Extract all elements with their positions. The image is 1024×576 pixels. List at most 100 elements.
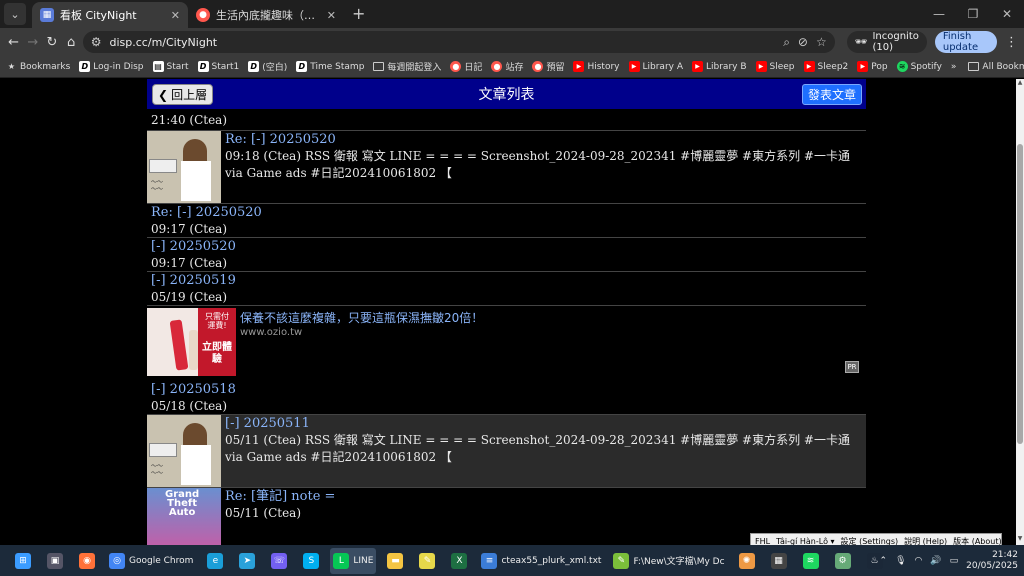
kebab-menu-icon[interactable]: ⋮ xyxy=(1005,35,1018,50)
microphone-icon[interactable]: 🎙 xyxy=(895,556,906,566)
spotify-icon: ≋ xyxy=(802,552,819,569)
minimize-icon[interactable]: — xyxy=(922,0,956,28)
scroll-up-icon[interactable]: ▲ xyxy=(1016,79,1024,89)
close-window-icon[interactable]: ✕ xyxy=(990,0,1024,28)
speaker-icon[interactable]: 🔊 xyxy=(930,556,941,566)
bookmark-item[interactable]: ▶ Sleep xyxy=(755,61,795,72)
close-icon[interactable]: ✕ xyxy=(171,9,180,22)
star-icon[interactable]: ☆ xyxy=(816,35,827,49)
article-title[interactable]: Re: [-] 20250520 xyxy=(151,204,862,221)
bookmark-item[interactable]: ● 站存 xyxy=(491,60,523,73)
article-title[interactable]: [-] 20250519 xyxy=(151,272,862,289)
taskbar-app[interactable]: ✺ xyxy=(734,548,760,574)
bookmark-item[interactable]: D Log-in Disp xyxy=(79,61,144,72)
bookmark-item[interactable]: ▤ Start xyxy=(152,61,189,72)
ad-image[interactable]: 只需付運費! 立即體驗 xyxy=(147,308,236,376)
close-icon[interactable]: ✕ xyxy=(327,9,336,22)
article-row[interactable]: [-] 20250520 09:17 (Ctea) xyxy=(147,238,866,272)
taskbar-app[interactable]: e xyxy=(202,548,228,574)
bookmark-item[interactable]: D (空白) xyxy=(248,60,287,73)
bookmark-item[interactable]: ▶ Library A xyxy=(628,61,683,72)
site-info-icon[interactable]: ⚙ xyxy=(91,35,102,49)
taskbar-app[interactable]: L LINE xyxy=(330,547,377,574)
tab-plurk[interactable]: ● 生活內底攏趣味（生活中找樂趣） ✕ xyxy=(188,2,344,28)
bookmark-item[interactable]: D Time Stamp xyxy=(296,61,364,72)
article-row[interactable]: [-] 20250518 05/18 (Ctea) xyxy=(147,381,866,415)
zoom-icon[interactable]: ⌕ xyxy=(783,35,790,50)
board-header: ❮ 回上層 文章列表 發表文章 xyxy=(147,79,866,109)
article-row[interactable]: Re: [-] 20250520 09:17 (Ctea) xyxy=(147,204,866,238)
bookmark-item[interactable]: ▶ Pop xyxy=(857,61,888,72)
article-title[interactable]: [-] 20250518 xyxy=(151,381,862,398)
tab-search-button[interactable]: ⌄ xyxy=(4,3,26,25)
bookmark-item[interactable]: ▶ Library B xyxy=(692,61,747,72)
taskbar-app[interactable]: ⊞ xyxy=(10,548,36,574)
article-body: [-] 20250511 05/11 (Ctea) RSS 衛報 寫文 LINE … xyxy=(221,415,866,487)
bookmark-item[interactable]: ≋ Spotify xyxy=(896,61,942,72)
reload-icon[interactable]: ↻ xyxy=(44,31,59,53)
taskbar-app[interactable]: ◉ xyxy=(74,548,100,574)
back-button[interactable]: ❮ 回上層 xyxy=(152,84,214,105)
taskbar-app[interactable]: ▣ xyxy=(42,548,68,574)
taskbar-app[interactable]: ➤ xyxy=(234,548,260,574)
taskbar-app[interactable]: ☏ xyxy=(266,548,292,574)
taskbar-app[interactable]: ◎ Google Chrom xyxy=(106,548,196,574)
url-input[interactable]: ⚙ disp.cc/m/CityNight ⌕ ⊘ ☆ xyxy=(82,31,835,53)
article-row[interactable]: 〜〜 〜〜 Re: [-] 20250520 09:18 (Ctea) RSS 衛報 … xyxy=(147,131,866,204)
bookmark-item[interactable]: ● 日記 xyxy=(450,60,482,73)
restore-icon[interactable]: ❐ xyxy=(956,0,990,28)
article-meta: 21:40 (Ctea) xyxy=(151,113,228,127)
notepadpp-icon: ✎ xyxy=(613,552,630,569)
article-thumbnail[interactable]: 〜〜 〜〜 xyxy=(147,415,221,487)
taskbar-app-label: Google Chrom xyxy=(129,555,194,566)
ad-url[interactable]: www.ozio.tw xyxy=(240,326,483,340)
bookmark-item[interactable]: ● 預留 xyxy=(532,60,564,73)
battery-icon[interactable]: ▭ xyxy=(950,556,959,566)
taskbar-app[interactable]: ▦ xyxy=(766,548,792,574)
taskbar-app[interactable]: X xyxy=(446,548,472,574)
taskbar-app[interactable]: ⚙ xyxy=(830,548,856,574)
chevron-up-icon[interactable]: ⌃ xyxy=(880,556,888,566)
back-arrow-icon[interactable]: ← xyxy=(6,31,21,53)
ad-title[interactable]: 保養不該這麼複雜，只要這瓶保濕撫皺20倍！ xyxy=(240,310,483,326)
incognito-badge[interactable]: 🕶 Incognito (10) xyxy=(846,31,927,53)
excel-icon: X xyxy=(451,552,468,569)
article-row[interactable]: [-] 20250519 05/19 (Ctea) xyxy=(147,272,866,306)
finish-update-button[interactable]: Finish update xyxy=(934,31,998,53)
taskbar-app[interactable]: S xyxy=(298,548,324,574)
article-title[interactable]: [-] 20250511 xyxy=(225,415,862,432)
taskbar-app[interactable]: ✎ xyxy=(414,548,440,574)
scroll-down-icon[interactable]: ▼ xyxy=(1016,535,1024,545)
bookmark-item[interactable]: ▶ Sleep2 xyxy=(803,61,848,72)
bookmark-item[interactable]: ★ Bookmarks xyxy=(6,61,70,72)
bookmark-item[interactable]: 每週開起登入 xyxy=(373,60,441,73)
scrollbar[interactable]: ▲ ▼ xyxy=(1016,79,1024,545)
taskbar-app[interactable]: ✎ F:\New\文字檔\My Dc xyxy=(610,548,727,574)
article-row[interactable]: 〜〜 〜〜 [-] 20250511 05/11 (Ctea) RSS 衛報 寫文 L… xyxy=(147,415,866,488)
clock[interactable]: 21:42 20/05/2025 xyxy=(966,550,1018,572)
forward-arrow-icon[interactable]: → xyxy=(25,31,40,53)
taskbar-app[interactable]: ≡ cteax55_plurk_xml.txt xyxy=(478,548,604,574)
bookmark-item[interactable]: ▶ History xyxy=(573,61,620,72)
article-title[interactable]: [-] 20250520 xyxy=(151,238,862,255)
new-tab-button[interactable]: + xyxy=(344,4,373,28)
article-row[interactable]: 21:40 (Ctea) xyxy=(147,109,866,131)
more-bookmarks-button[interactable]: » xyxy=(951,62,957,72)
pr-badge[interactable]: PR xyxy=(845,361,859,373)
home-icon[interactable]: ⌂ xyxy=(64,31,79,53)
tab-citynight[interactable]: ▦ 看板 CityNight ✕ xyxy=(32,2,188,28)
wifi-icon[interactable]: ◠ xyxy=(915,556,923,566)
article-thumbnail[interactable]: 〜〜 〜〜 xyxy=(147,131,221,203)
post-article-button[interactable]: 發表文章 xyxy=(801,84,862,105)
eye-off-icon[interactable]: ⊘ xyxy=(798,35,808,49)
article-title[interactable]: Re: [-] 20250520 xyxy=(225,131,862,148)
advertisement[interactable]: 只需付運費! 立即體驗 保養不該這麼複雜，只要這瓶保濕撫皺20倍！ www.oz… xyxy=(147,308,866,376)
plurk-icon: ● xyxy=(491,61,503,72)
bookmark-item[interactable]: D Start1 xyxy=(197,61,239,72)
article-title[interactable]: Re: [筆記] note = xyxy=(225,488,862,505)
all-bookmarks-button[interactable]: All Bookmarks xyxy=(968,62,1024,72)
scrollbar-thumb[interactable] xyxy=(1017,144,1023,444)
taskbar-app[interactable]: ≋ xyxy=(798,548,824,574)
article-thumbnail[interactable]: Grand Theft Auto xyxy=(147,488,221,545)
taskbar-app[interactable]: ▬ xyxy=(382,548,408,574)
